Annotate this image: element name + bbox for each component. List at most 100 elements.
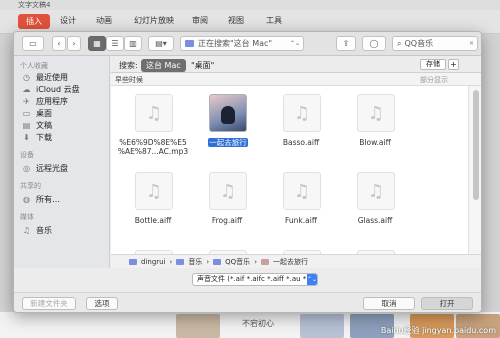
slide-thumbnail[interactable]: [300, 314, 344, 338]
sidebar-section-title: 个人收藏: [20, 62, 48, 70]
vertical-scrollbar[interactable]: [468, 86, 481, 254]
file-item[interactable]: ♫ Funk.aiff: [265, 166, 337, 238]
file-name: Frog.aiff: [211, 216, 243, 225]
sidebar-toggle-button[interactable]: ▭: [22, 36, 44, 51]
tag-button[interactable]: ◯: [362, 36, 386, 51]
path-item[interactable]: 一起去旅行: [273, 257, 308, 267]
file-item[interactable]: ♫ Blow.aiff: [339, 88, 411, 160]
audio-file-icon: ♫: [283, 94, 321, 132]
file-item[interactable]: ♫ %E6%9D%8E%E5 %AE%87...AC.mp3: [117, 88, 189, 160]
gallery-view-button[interactable]: ▤▾: [148, 36, 174, 51]
share-icon: ⇪: [342, 39, 350, 48]
cancel-button[interactable]: 取消: [363, 297, 415, 310]
sidebar-item-label: 音乐: [36, 225, 52, 235]
path-separator: ›: [254, 257, 257, 266]
folder-icon: [261, 258, 269, 265]
folder-icon: [185, 40, 194, 47]
gallery-icon: ▤▾: [155, 39, 167, 48]
file-item[interactable]: ♫ Frog.aiff: [191, 166, 263, 238]
sidebar-section-title: 设备: [20, 151, 34, 159]
audio-file-icon: ♫: [135, 172, 173, 210]
path-item[interactable]: QQ音乐: [225, 257, 250, 267]
location-label: 正在搜索"这台 Mac": [198, 39, 273, 48]
sidebar-item[interactable]: ▭ 桌面: [22, 107, 52, 119]
sidebar-item[interactable]: ☁ iCloud 云盘: [22, 83, 80, 95]
grid-icon: ▦: [93, 39, 101, 48]
ribbon-tab-animation[interactable]: 动画: [96, 15, 112, 26]
scroll-thumb[interactable]: [473, 90, 479, 200]
sidebar-item-label: 远程光盘: [36, 163, 68, 173]
section-title: 早些时候: [115, 76, 143, 84]
sidebar-item[interactable]: ◍ 所有…: [22, 193, 60, 205]
sidebar-item-label: 桌面: [36, 108, 52, 118]
location-dropdown[interactable]: 正在搜索"这台 Mac" ⌃⌄: [180, 36, 304, 51]
clear-search-icon[interactable]: ✕: [469, 40, 477, 47]
file-item[interactable]: ♫: [191, 244, 263, 254]
ribbon-tab-tools[interactable]: 工具: [266, 15, 282, 26]
sidebar-item[interactable]: ♫ 音乐: [22, 224, 52, 236]
sidebar-item[interactable]: ⬇ 下载: [22, 131, 52, 143]
icon-view-button[interactable]: ▦: [88, 36, 106, 51]
ribbon-tab-view[interactable]: 视图: [228, 15, 244, 26]
file-name: 一起去旅行: [208, 138, 248, 147]
file-name: Bottle.aiff: [134, 216, 172, 225]
search-input[interactable]: QQ音乐: [404, 38, 433, 49]
slide-thumbnail[interactable]: [176, 314, 220, 338]
path-item[interactable]: dingrui: [141, 258, 166, 266]
scope-this-mac-button[interactable]: 这台 Mac: [141, 59, 186, 72]
ribbon-tab-insert[interactable]: 插入: [18, 14, 50, 29]
save-search-button[interactable]: 存储: [420, 59, 446, 70]
folder-icon: [213, 258, 222, 265]
new-folder-button[interactable]: 新建文件夹: [22, 297, 76, 310]
path-item[interactable]: 音乐: [188, 257, 202, 267]
slide-caption: 不宕初心: [242, 319, 274, 328]
list-view-button[interactable]: ☰: [106, 36, 124, 51]
audio-file-icon: ♫: [357, 94, 395, 132]
columns-icon: ▥: [129, 39, 137, 48]
sidebar-section-title: 共享的: [20, 182, 41, 190]
list-icon: ☰: [111, 39, 119, 48]
file-format-dropdown[interactable]: 声音文件 (*.aif *.aifc *.aiff *.au *.snd... …: [192, 273, 318, 286]
finder-sidebar: 个人收藏 ◷ 最近使用 ☁ iCloud 云盘 ✈ 应用程序 ▭ 桌面 ▤ 文稿 ⬇ 下载设备 ◎ 远程光盘…: [14, 56, 110, 292]
add-criteria-button[interactable]: +: [448, 59, 459, 70]
column-view-button[interactable]: ▥: [124, 36, 142, 51]
chevron-updown-icon: ⌃⌄: [289, 40, 300, 47]
file-item[interactable]: ♫ Bottle.aiff: [117, 166, 189, 238]
file-item[interactable]: ♫: [117, 244, 189, 254]
results-section-header: 早些时候 部分显示: [111, 73, 481, 86]
album-figure: [221, 106, 235, 124]
dialog-button-bar: 新建文件夹 选项 取消 打开: [14, 292, 481, 312]
watermark: Baidu经验 jingyan.baidu.com: [380, 326, 496, 335]
show-less-link[interactable]: 部分显示: [420, 75, 448, 85]
file-name: Glass.aiff: [357, 216, 393, 225]
back-button[interactable]: ‹: [52, 36, 66, 51]
file-item[interactable]: ♫: [339, 244, 411, 254]
chevron-right-icon: ›: [72, 39, 76, 48]
format-row: 声音文件 (*.aif *.aifc *.aiff *.au *.snd... …: [14, 268, 481, 292]
window-title: 文字文稿4: [18, 1, 51, 9]
sidebar-item-label: 应用程序: [36, 96, 68, 106]
file-item[interactable]: 一起去旅行: [191, 88, 263, 160]
sidebar-item[interactable]: ▤ 文稿: [22, 119, 52, 131]
file-item[interactable]: ♫ Basso.aiff: [265, 88, 337, 160]
clock-icon: ◷: [23, 72, 30, 82]
file-item[interactable]: ♫: [265, 244, 337, 254]
forward-button[interactable]: ›: [67, 36, 81, 51]
dialog-toolbar: ▭ ‹ › ▦ ☰ ▥ ▤▾ 正在搜索"这台 Mac" ⌃⌄ ⇪ ◯ ⌕ QQ音…: [14, 32, 481, 56]
download-icon: ⬇: [23, 132, 30, 142]
open-button[interactable]: 打开: [421, 297, 473, 310]
file-item[interactable]: ♫ Glass.aiff: [339, 166, 411, 238]
album-art-icon: [209, 94, 247, 132]
applications-icon: ✈: [23, 96, 30, 106]
search-field[interactable]: ⌕ QQ音乐 ✕: [392, 36, 478, 51]
network-icon: ◍: [23, 194, 30, 204]
share-button[interactable]: ⇪: [336, 36, 356, 51]
ribbon-tab-slideshow[interactable]: 幻灯片放映: [134, 15, 174, 26]
sidebar-item[interactable]: ◎ 远程光盘: [22, 162, 68, 174]
sidebar-item[interactable]: ✈ 应用程序: [22, 95, 68, 107]
scope-desktop-button[interactable]: "桌面": [191, 60, 214, 71]
sidebar-item[interactable]: ◷ 最近使用: [22, 71, 68, 83]
ribbon-tab-design[interactable]: 设计: [60, 15, 76, 26]
options-button[interactable]: 选项: [86, 297, 118, 310]
ribbon-tab-review[interactable]: 审阅: [192, 15, 208, 26]
